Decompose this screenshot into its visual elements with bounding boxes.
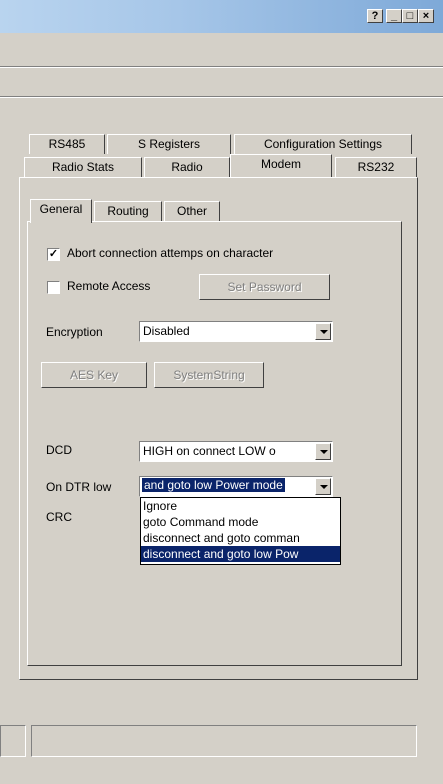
crc-label: CRC	[46, 510, 72, 524]
encryption-value: Disabled	[143, 324, 190, 338]
chevron-down-icon[interactable]	[315, 323, 331, 340]
dcd-value: HIGH on connect LOW o	[143, 444, 276, 458]
subtab-routing[interactable]: Routing	[94, 201, 162, 221]
toolbar-separator-highlight	[0, 67, 443, 68]
set-password-button[interactable]: Set Password	[199, 274, 330, 300]
tab-radio[interactable]: Radio	[144, 157, 230, 177]
dcd-label: DCD	[46, 443, 72, 457]
encryption-label: Encryption	[46, 325, 103, 339]
abort-checkbox[interactable]: ✓	[47, 248, 60, 261]
tab-rs232[interactable]: RS232	[335, 157, 417, 177]
dtr-option-command-mode[interactable]: goto Command mode	[141, 514, 340, 530]
status-pane-main	[31, 725, 417, 757]
abort-checkbox-label: Abort connection attemps on character	[67, 246, 274, 260]
tab-configuration-settings[interactable]: Configuration Settings	[234, 134, 412, 154]
remote-access-checkbox[interactable]	[47, 281, 60, 294]
toolbar-bottom-highlight	[0, 97, 443, 98]
subtab-other[interactable]: Other	[164, 201, 220, 221]
dtr-dropdown-list: Ignore goto Command mode disconnect and …	[140, 497, 341, 565]
dtr-option-disconnect-command[interactable]: disconnect and goto comman	[141, 530, 340, 546]
dtr-option-ignore[interactable]: Ignore	[141, 498, 340, 514]
title-bar: ? _ □ ×	[0, 0, 443, 33]
dtr-option-disconnect-low-power[interactable]: disconnect and goto low Pow	[141, 546, 340, 562]
chevron-down-icon[interactable]	[315, 478, 331, 495]
tab-radio-stats[interactable]: Radio Stats	[24, 157, 142, 177]
dcd-select[interactable]: HIGH on connect LOW o	[139, 441, 333, 462]
tab-s-registers[interactable]: S Registers	[107, 134, 231, 154]
maximize-button[interactable]: □	[402, 9, 418, 23]
remote-access-label: Remote Access	[67, 279, 151, 293]
dtr-select[interactable]: and goto low Power mode	[139, 476, 333, 497]
subtab-general[interactable]: General	[30, 199, 92, 223]
status-pane-left	[0, 725, 26, 757]
dtr-value: and goto low Power mode	[142, 478, 285, 492]
aes-key-button[interactable]: AES Key	[41, 362, 147, 388]
system-string-button[interactable]: SystemString	[154, 362, 264, 388]
tab-modem[interactable]: Modem	[230, 154, 332, 177]
close-button[interactable]: ×	[418, 9, 434, 23]
minimize-button[interactable]: _	[386, 9, 402, 23]
encryption-select[interactable]: Disabled	[139, 321, 333, 342]
chevron-down-icon[interactable]	[315, 443, 331, 460]
tab-rs485[interactable]: RS485	[29, 134, 105, 154]
dtr-label: On DTR low	[46, 480, 112, 494]
help-button[interactable]: ?	[367, 9, 383, 23]
